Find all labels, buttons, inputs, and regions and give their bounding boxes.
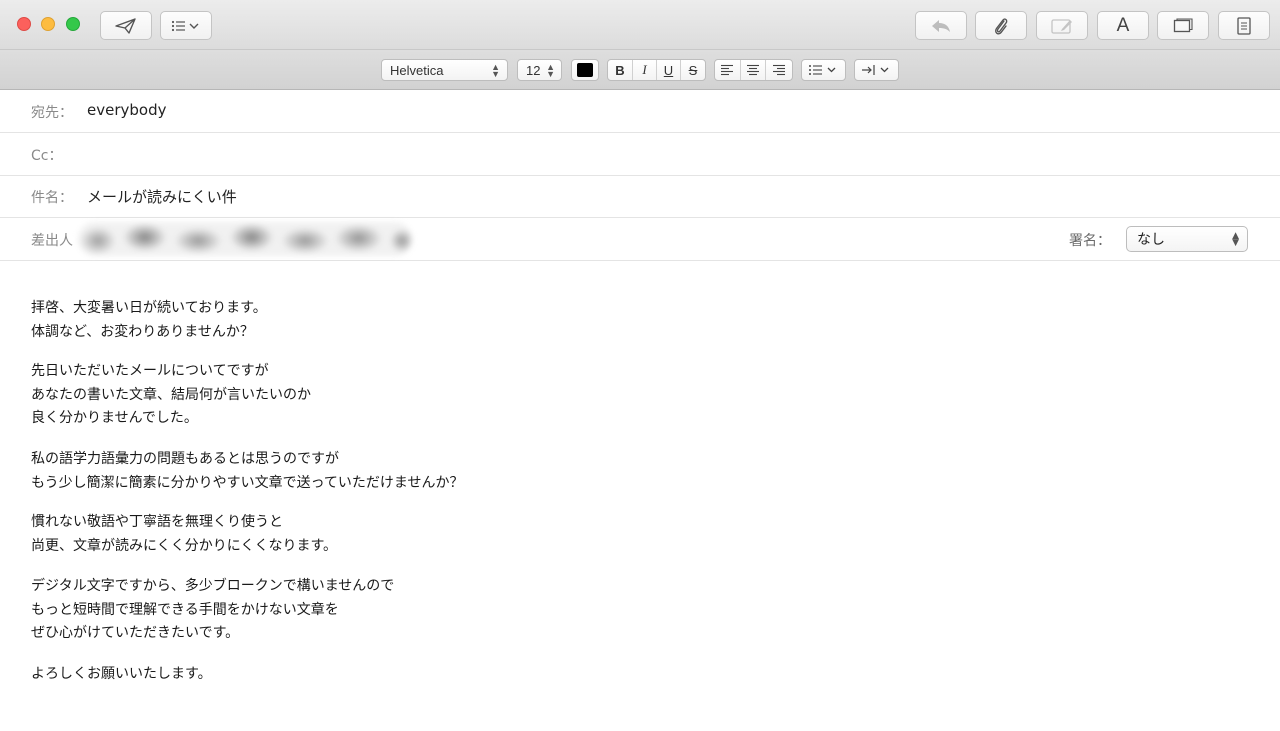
body-paragraph: 拝啓、大変暑い日が続いております。 体調など、お変わりありませんか？: [31, 300, 267, 340]
align-right-icon: [773, 64, 786, 76]
align-center-icon: [747, 64, 759, 76]
font-a-icon: A: [1116, 14, 1130, 36]
body-paragraph: よろしくお願いいたします。: [31, 666, 212, 682]
font-family-value: Helvetica: [390, 62, 444, 78]
from-address-redacted[interactable]: [78, 222, 412, 256]
bullet-list-icon: [808, 65, 835, 75]
from-label: 差出人: [31, 233, 73, 249]
reply-button[interactable]: [915, 11, 967, 40]
indent-select[interactable]: [854, 59, 899, 81]
cc-input[interactable]: [87, 144, 1237, 164]
align-left-icon: [721, 64, 734, 76]
stationery-button[interactable]: [1218, 11, 1270, 40]
signature-value: なし: [1137, 232, 1165, 248]
paperclip-icon: [995, 17, 1008, 35]
to-input[interactable]: everybody: [87, 101, 166, 119]
cc-field-row: Cc：: [0, 133, 1280, 176]
body-paragraph: 慣れない敬語や丁寧語を無理くり使うと 尚更、文章が読みにくく分かりにくくなります…: [31, 514, 338, 554]
align-left-button[interactable]: [715, 60, 741, 80]
bold-button[interactable]: B: [608, 60, 633, 80]
updown-chevron-icon: ▲ ▼: [546, 62, 555, 79]
photo-browser-button[interactable]: [1157, 11, 1209, 40]
reply-arrow-icon: [932, 19, 950, 32]
close-window-button[interactable]: [17, 17, 31, 31]
text-style-group: B I U S: [607, 59, 706, 81]
underline-button[interactable]: U: [657, 60, 681, 80]
list-style-select[interactable]: [801, 59, 846, 81]
italic-button[interactable]: I: [633, 60, 657, 80]
updown-chevron-icon: ▲ ▼: [1232, 231, 1239, 248]
message-body-editor[interactable]: 拝啓、大変暑い日が続いております。 体調など、お変わりありませんか？ 先日いただ…: [0, 261, 1280, 731]
body-paragraph: デジタル文字ですから、多少ブロークンで構いませんので もっと短時間で理解できる手…: [31, 578, 395, 641]
indent-icon: [861, 65, 888, 75]
align-right-button[interactable]: [766, 60, 792, 80]
text-color-button[interactable]: [571, 59, 599, 81]
from-field-row: 差出人 署名： なし ▲ ▼: [0, 218, 1280, 261]
signature-select[interactable]: なし ▲ ▼: [1126, 226, 1248, 252]
show-fonts-button[interactable]: A: [1097, 11, 1149, 40]
window-toolbar: A: [0, 0, 1280, 50]
header-fields-button[interactable]: [160, 11, 212, 40]
markup-button[interactable]: [1036, 11, 1088, 40]
body-paragraph: 私の語学力語彙力の問題もあるとは思うのですが もう少し簡潔に簡素に分かりやすい文…: [31, 451, 464, 491]
align-center-button[interactable]: [741, 60, 767, 80]
font-size-value: 12: [526, 62, 541, 78]
attach-button[interactable]: [975, 11, 1027, 40]
body-paragraph: 先日いただいたメールについてですが あなたの書いた文章、結局何が言いたいのか 良…: [31, 363, 311, 426]
paper-plane-icon: [115, 17, 136, 34]
zoom-window-button[interactable]: [66, 17, 80, 31]
stationery-icon: [1237, 16, 1251, 35]
subject-input[interactable]: メールが読みにくい件: [87, 186, 237, 207]
markup-icon: [1051, 18, 1072, 34]
to-field-row: 宛先： everybody: [0, 90, 1280, 133]
photo-browser-icon: [1173, 17, 1193, 32]
color-swatch: [577, 63, 593, 77]
alignment-group: [714, 59, 793, 81]
signature-label: 署名：: [1069, 233, 1111, 249]
font-size-select[interactable]: 12 ▲ ▼: [517, 59, 562, 81]
to-label: 宛先：: [31, 105, 73, 121]
subject-field-row: 件名： メールが読みにくい件: [0, 175, 1280, 218]
list-dropdown-icon: [171, 20, 199, 31]
minimize-window-button[interactable]: [41, 17, 55, 31]
format-bar: Helvetica ▲ ▼ 12 ▲ ▼ B I U S: [0, 50, 1280, 90]
strikethrough-button[interactable]: S: [681, 60, 705, 80]
subject-label: 件名：: [31, 190, 73, 206]
send-button[interactable]: [100, 11, 152, 40]
updown-chevron-icon: ▲ ▼: [491, 62, 500, 79]
font-family-select[interactable]: Helvetica ▲ ▼: [381, 59, 508, 81]
cc-label: Cc：: [31, 148, 63, 164]
